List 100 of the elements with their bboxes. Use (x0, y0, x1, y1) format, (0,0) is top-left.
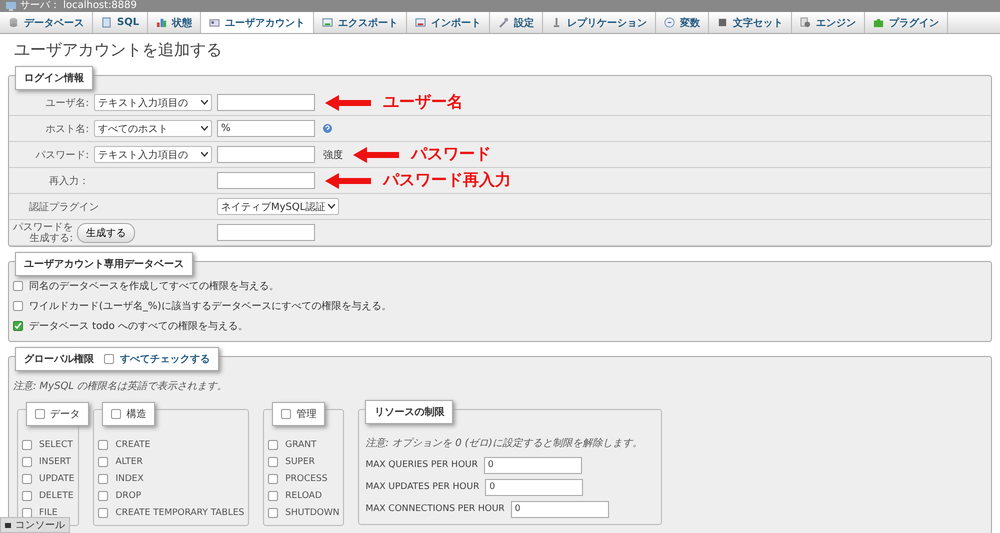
input-field[interactable] (217, 146, 315, 163)
annotation-text: パスワード再入力 (383, 170, 511, 191)
input-field[interactable]: 0 (510, 500, 609, 518)
privilege-label: SELECT (39, 440, 73, 450)
annotation-text: パスワード (411, 144, 491, 165)
option-label: データベース todo へのすべての権限を与える。 (29, 320, 248, 333)
option-label: ワイルドカード(ユーザ名_%)に該当するデータベースにすべての権限を与える。 (29, 300, 392, 313)
checkbox[interactable] (98, 456, 108, 466)
group-title: データ (50, 408, 80, 421)
dropdown[interactable]: テキスト入力項目の (94, 146, 212, 163)
privilege-label: SHUTDOWN (285, 508, 340, 518)
privilege-label: UPDATE (39, 474, 74, 484)
checkbox[interactable] (104, 354, 114, 364)
group-title: 構造 (126, 408, 146, 421)
checkbox[interactable] (98, 508, 108, 518)
checkbox[interactable] (22, 456, 32, 466)
caret-icon (201, 152, 208, 157)
dropdown[interactable]: テキスト入力項目の (94, 94, 212, 111)
tab[interactable]: 文字セット (709, 12, 792, 33)
dropdown[interactable]: すべてのホスト (94, 120, 212, 137)
checkbox[interactable] (98, 440, 108, 450)
checkbox[interactable] (268, 490, 278, 500)
privilege-label: DROP (115, 490, 142, 500)
checkbox[interactable] (35, 409, 45, 419)
checkbox[interactable] (281, 409, 292, 419)
field-label: 再入力： (48, 174, 89, 188)
page-title: ユーザアカウントを追加する (14, 40, 223, 61)
input-field[interactable]: 0 (484, 456, 582, 474)
group-title: 管理 (296, 408, 316, 421)
privilege-label: CREATE (115, 440, 150, 450)
square-icon (717, 17, 728, 28)
input-field[interactable]: % (217, 120, 315, 137)
section-legend: ログイン情報 (15, 66, 93, 90)
input-field[interactable] (217, 172, 315, 189)
privilege-label: SUPER (285, 456, 315, 466)
checkbox[interactable] (268, 474, 278, 484)
console-icon (5, 522, 11, 528)
tab[interactable]: インポート (407, 12, 490, 33)
id-card-icon (209, 17, 220, 28)
checkbox[interactable] (98, 474, 108, 484)
console-bar[interactable]: コンソール (0, 517, 70, 533)
checkbox[interactable] (111, 409, 122, 419)
tab[interactable]: 変数 (656, 12, 710, 33)
section-title: グローバル権限 (24, 352, 94, 366)
caret-icon (201, 126, 208, 131)
note-text: 注意: オプションを 0 (ゼロ)に設定すると制限を解除します。 (365, 436, 644, 451)
bar-chart-icon (156, 17, 168, 28)
strength-label: 強度 (323, 148, 343, 162)
arrow-icon (353, 146, 399, 162)
section-legend: ユーザアカウント専用データベース (15, 252, 193, 276)
privilege-label: ALTER (115, 456, 143, 466)
group-legend: リソースの制限 (365, 400, 454, 424)
checkbox[interactable] (268, 508, 278, 518)
arrow-icon (325, 94, 371, 110)
privilege-label: RELOAD (285, 490, 322, 500)
field-label: ホスト名: (44, 122, 89, 136)
limit-label: MAX CONNECTIONS PER HOUR (365, 504, 505, 514)
checkbox[interactable] (98, 490, 108, 500)
note-text: 注意: MySQL の権限名は英語で表示されます。 (12, 380, 228, 394)
limit-label: MAX QUERIES PER HOUR (365, 460, 478, 470)
tab[interactable]: エクスポート (314, 12, 408, 33)
wrench-icon (498, 17, 510, 28)
checkbox[interactable] (13, 301, 23, 311)
cylinder-icon (8, 17, 19, 28)
generate-button[interactable]: 生成する (77, 222, 135, 242)
arrow-icon (325, 172, 371, 188)
privilege-label: PROCESS (285, 474, 328, 484)
tab[interactable]: レプリケーション (543, 12, 656, 33)
field-label: 認証プラグイン (28, 200, 100, 214)
checkbox[interactable] (22, 474, 32, 484)
checkbox[interactable] (268, 456, 278, 466)
checkbox[interactable] (13, 321, 23, 331)
window-title: サーバ： localhost:8889 (20, 0, 137, 12)
checkbox[interactable] (22, 440, 32, 450)
checkbox[interactable] (22, 490, 32, 500)
privilege-label: FILE (39, 508, 58, 518)
input-field[interactable] (217, 94, 315, 111)
tab[interactable]: エンジン (792, 12, 866, 33)
check-all-link[interactable]: すべてチェックする (120, 352, 210, 366)
field-label: パスワードを生成する: (12, 222, 73, 244)
privilege-label: DELETE (39, 490, 74, 500)
caret-icon (201, 100, 208, 105)
dropdown[interactable]: ネイティブMySQL認証 (217, 198, 340, 215)
tab[interactable]: ユーザアカウント (201, 12, 314, 33)
input-field[interactable] (217, 224, 315, 241)
privilege-label: INSERT (39, 456, 71, 466)
tab[interactable]: SQL (93, 12, 148, 33)
checkbox[interactable] (22, 508, 32, 518)
annotation-text: ユーザー名 (383, 92, 463, 113)
tab[interactable]: 設定 (490, 12, 544, 33)
field-label: ユーザ名: (44, 96, 89, 110)
limit-label: MAX UPDATES PER HOUR (365, 482, 480, 492)
tab[interactable]: データベース (0, 12, 93, 33)
privilege-label: CREATE TEMPORARY TABLES (115, 508, 244, 518)
checkbox[interactable] (13, 281, 23, 291)
tab[interactable]: プラグイン (865, 12, 948, 33)
input-field[interactable]: 0 (485, 478, 584, 496)
checkbox[interactable] (268, 440, 278, 450)
field-label: パスワード: (34, 148, 89, 162)
pin-icon (551, 17, 562, 28)
